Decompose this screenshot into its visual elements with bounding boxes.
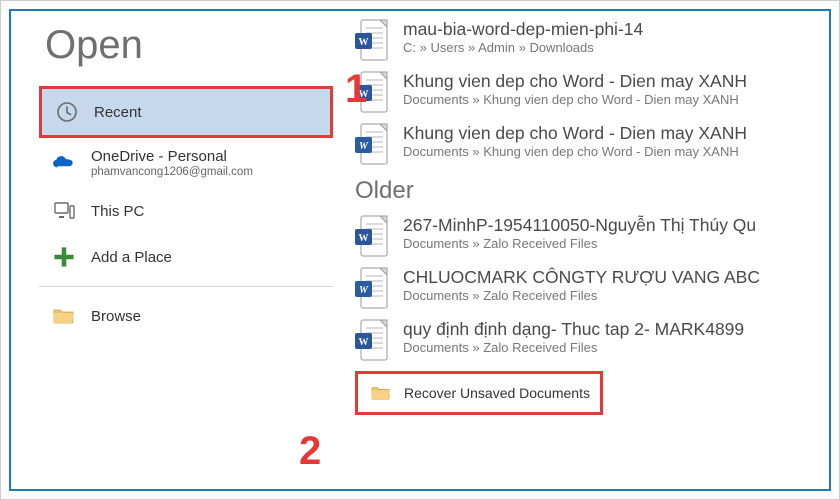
file-item[interactable]: W Khung vien dep cho Word - Dien may XAN… <box>355 123 829 165</box>
word-file-icon: W <box>355 71 389 113</box>
sidebar-item-label: This PC <box>91 203 144 220</box>
file-title: mau-bia-word-dep-mien-phi-14 <box>403 19 643 40</box>
word-file-icon: W <box>355 123 389 165</box>
word-file-icon: W <box>355 19 389 61</box>
sidebar-item-recent[interactable]: Recent <box>39 86 333 138</box>
svg-text:W: W <box>359 89 369 100</box>
sidebar-item-sublabel: phamvancong1206@gmail.com <box>91 166 253 178</box>
file-item[interactable]: W CHLUOCMARK CÔNGTY RƯỢU VANG ABC Docume… <box>355 267 829 309</box>
file-list-panel: W mau-bia-word-dep-mien-phi-14 C: » User… <box>351 11 829 489</box>
sidebar-item-label: Browse <box>91 308 141 325</box>
file-path: Documents » Khung vien dep cho Word - Di… <box>403 92 747 107</box>
file-title: 267-MinhP-1954110050-Nguyễn Thị Thúy Qu <box>403 215 756 236</box>
word-file-icon: W <box>355 215 389 257</box>
locations-sidebar: Open Recent OneDrive - Personal phamvanc… <box>11 11 351 489</box>
file-path: C: » Users » Admin » Downloads <box>403 40 643 55</box>
folder-icon <box>51 303 77 329</box>
recover-label: Recover Unsaved Documents <box>404 385 590 401</box>
folder-icon <box>368 380 394 406</box>
file-path: Documents » Zalo Received Files <box>403 340 744 355</box>
older-section-header: Older <box>355 177 829 205</box>
onedrive-icon <box>51 150 77 176</box>
file-item[interactable]: W quy định định dạng- Thuc tap 2- MARK48… <box>355 319 829 361</box>
svg-text:W: W <box>359 233 369 244</box>
clock-icon <box>54 99 80 125</box>
pc-icon <box>51 198 77 224</box>
divider <box>39 286 333 287</box>
older-files-list: W 267-MinhP-1954110050-Nguyễn Thị Thúy Q… <box>355 215 829 361</box>
sidebar-item-label: OneDrive - Personal <box>91 148 253 165</box>
svg-text:W: W <box>359 141 369 152</box>
sidebar-item-thispc[interactable]: This PC <box>39 188 333 234</box>
file-path: Documents » Zalo Received Files <box>403 288 760 303</box>
recover-unsaved-button[interactable]: Recover Unsaved Documents <box>355 371 603 415</box>
word-file-icon: W <box>355 267 389 309</box>
word-file-icon: W <box>355 319 389 361</box>
sidebar-item-onedrive[interactable]: OneDrive - Personal phamvancong1206@gmai… <box>39 138 333 188</box>
file-title: Khung vien dep cho Word - Dien may XANH <box>403 71 747 92</box>
sidebar-item-label: Recent <box>94 104 142 121</box>
file-title: CHLUOCMARK CÔNGTY RƯỢU VANG ABC <box>403 267 760 288</box>
file-title: quy định định dạng- Thuc tap 2- MARK4899 <box>403 319 744 340</box>
page-title: Open <box>45 23 333 68</box>
sidebar-item-addplace[interactable]: Add a Place <box>39 234 333 280</box>
sidebar-item-browse[interactable]: Browse <box>39 293 333 339</box>
svg-text:W: W <box>359 337 369 348</box>
file-item[interactable]: W mau-bia-word-dep-mien-phi-14 C: » User… <box>355 19 829 61</box>
file-path: Documents » Khung vien dep cho Word - Di… <box>403 144 747 159</box>
sidebar-item-label: Add a Place <box>91 249 172 266</box>
svg-text:W: W <box>359 285 369 296</box>
plus-icon <box>51 244 77 270</box>
file-title: Khung vien dep cho Word - Dien may XANH <box>403 123 747 144</box>
file-item[interactable]: W Khung vien dep cho Word - Dien may XAN… <box>355 71 829 113</box>
file-path: Documents » Zalo Received Files <box>403 236 756 251</box>
recent-files-list: W mau-bia-word-dep-mien-phi-14 C: » User… <box>355 19 829 165</box>
file-item[interactable]: W 267-MinhP-1954110050-Nguyễn Thị Thúy Q… <box>355 215 829 257</box>
svg-text:W: W <box>359 37 369 48</box>
